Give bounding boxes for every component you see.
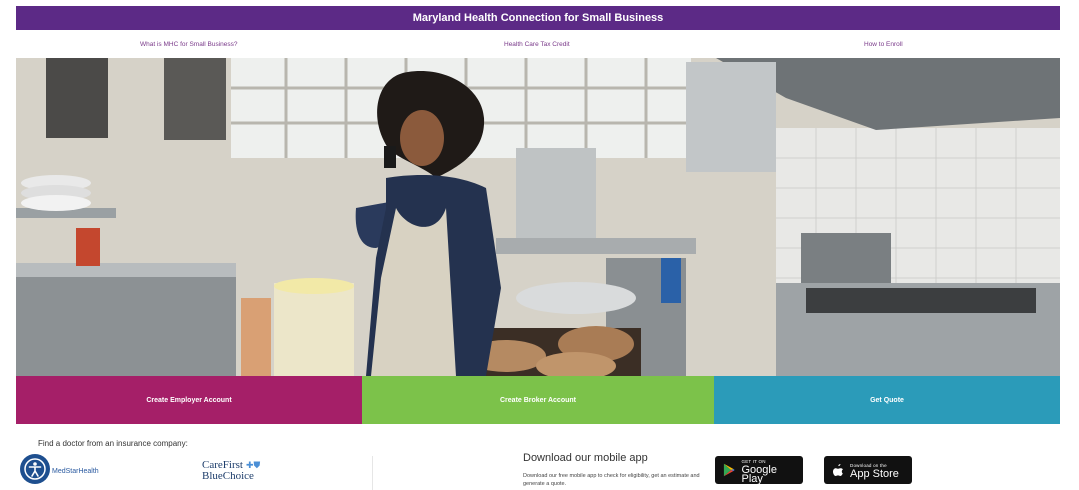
google-play-icon <box>723 463 735 477</box>
page: Maryland Health Connection for Small Bus… <box>0 0 1079 490</box>
app-description: Download our free mobile app to check fo… <box>523 473 700 487</box>
get-quote-label: Get Quote <box>870 396 904 404</box>
partner-logo-medstar[interactable]: MedStarHealth <box>52 468 99 475</box>
nav-link-how-to-enroll[interactable]: How to Enroll <box>864 41 903 48</box>
accessibility-icon[interactable] <box>20 454 50 484</box>
top-nav: What is MHC for Small Business? Health C… <box>16 33 1060 57</box>
hero-photo-kitchen <box>16 58 1060 376</box>
get-quote-button[interactable]: Get Quote <box>714 376 1060 424</box>
create-employer-account-label: Create Employer Account <box>146 396 232 404</box>
app-store-label: App Store <box>850 468 899 480</box>
create-employer-account-button[interactable]: Create Employer Account <box>16 376 362 424</box>
footer-section: Find a doctor from an insurance company:… <box>16 424 1060 490</box>
create-broker-account-button[interactable]: Create Broker Account <box>362 376 714 424</box>
app-store-button[interactable]: Download on the App Store <box>824 456 912 484</box>
apple-icon <box>833 464 843 476</box>
partner-2-line-2: BlueChoice <box>202 470 254 482</box>
find-doctor-heading: Find a doctor from an insurance company: <box>38 439 188 448</box>
create-broker-account-label: Create Broker Account <box>500 396 576 404</box>
hero-image <box>16 58 1060 376</box>
partner-logo-carefirst[interactable]: CareFirst ✚⛊ BlueChoice <box>202 460 260 482</box>
app-title: Download our mobile app <box>523 452 648 464</box>
site-header: Maryland Health Connection for Small Bus… <box>16 6 1060 30</box>
google-play-button[interactable]: GET IT ON Google Play <box>715 456 803 484</box>
carefirst-cross-shield-icon: ✚⛊ <box>245 460 261 470</box>
site-title: Maryland Health Connection for Small Bus… <box>412 12 664 24</box>
cta-row: Create Employer Account Create Broker Ac… <box>16 376 1060 424</box>
google-play-label: Google Play <box>741 463 777 485</box>
divider <box>372 456 373 490</box>
nav-link-tax-credit[interactable]: Health Care Tax Credit <box>504 41 570 48</box>
nav-link-what-is-mhc[interactable]: What is MHC for Small Business? <box>140 41 238 48</box>
